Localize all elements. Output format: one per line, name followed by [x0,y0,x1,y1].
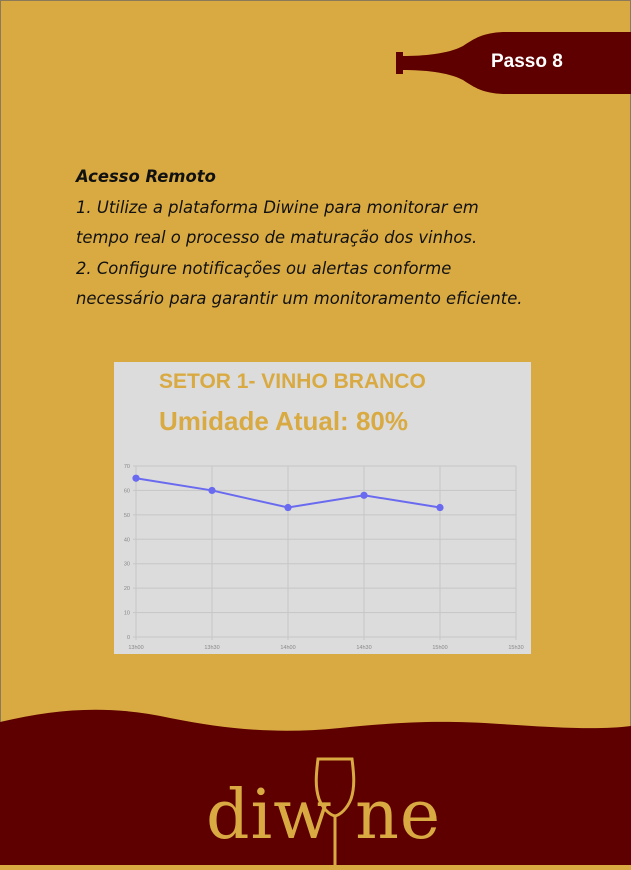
x-tick-label: 14h30 [356,645,371,651]
y-tick-label: 10 [124,611,130,617]
data-point [208,486,216,495]
humidity-line-chart: 0 10 20 30 40 50 60 70 13h00 13h30 14h00 14h30 15h00… [124,464,524,651]
instructions-heading: Acesso Remoto [76,167,216,186]
x-tick-label: 15h30 [508,645,523,651]
x-tick-label: 13h30 [204,645,219,651]
data-point [360,491,368,499]
y-tick-label: 70 [124,464,130,470]
y-tick-label: 50 [124,513,130,519]
diwine-logo: diw ne [206,776,442,855]
instruction-line: tempo real o processo de maturação dos v… [76,228,478,247]
step-badge: Passo 8 [393,30,631,96]
y-tick-label: 60 [124,488,130,494]
instruction-line: 2. Configure notificações ou alertas con… [76,258,452,278]
data-point [436,503,444,512]
data-point [132,474,140,482]
data-point [284,503,292,512]
y-tick-label: 20 [124,586,130,592]
x-tick-label: 15h00 [432,645,447,651]
y-tick-label: 30 [124,562,130,568]
instructions-block: Acesso Remoto 1. Utilize a plataforma Di… [76,162,576,315]
x-tick-label: 13h00 [128,645,143,651]
y-tick-label: 0 [127,635,130,641]
chart-card: SETOR 1- VINHO BRANCO Umidade Atual: 80%… [114,362,531,654]
step-label: Passo 8 [491,51,563,72]
instruction-line: necessário para garantir um monitorament… [76,289,523,308]
y-tick-label: 40 [124,537,130,543]
x-tick-label: 14h00 [280,645,295,651]
instruction-line: 1. Utilize a plataforma Diwine para moni… [76,197,479,217]
